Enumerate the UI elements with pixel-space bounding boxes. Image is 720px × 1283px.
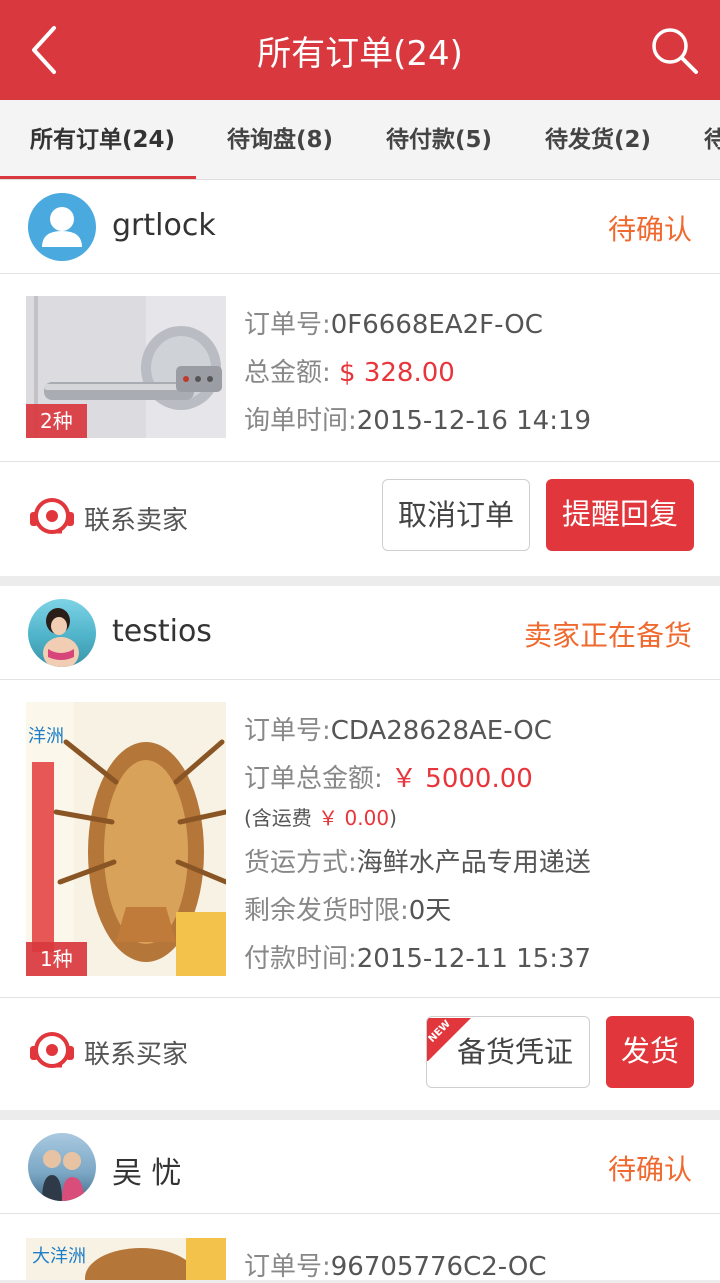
item-count-badge: 1种 [26,942,87,976]
order-total: $ 328.00 [339,358,455,388]
avatar[interactable] [28,193,96,261]
order-total-row: 总金额: $ 328.00 [244,352,455,389]
avatar[interactable] [28,1133,96,1201]
contact-label: 联系买家 [84,1039,189,1070]
buyer-name[interactable]: testios [112,614,212,649]
user-photo-image [42,1150,84,1201]
contact-label: 联系卖家 [84,505,189,536]
customer-service-icon [30,1032,74,1068]
active-tab-indicator [0,176,196,179]
remaining-time-row: 剩余发货时限:0天 [244,890,451,927]
order-total-row: 订单总金额: ￥ 5000.00 [244,758,533,795]
payment-time: 2015-12-11 15:37 [356,944,592,974]
top-app-bar: 所有订单(24) [0,0,720,100]
order-card: grtlock 待确认 2种 订单号:0F6668EA2F-OC 总金额: $ … [0,180,720,576]
remaining-time-label: 剩余发货时限: [244,896,409,926]
shipping-method: 海鲜水产品专用递送 [356,848,591,878]
page-title: 所有订单(24) [257,34,463,74]
lobster-image: 洋洲 [26,702,226,976]
order-total-label: 订单总金额: [244,764,383,794]
order-total: ￥ 5000.00 [391,764,533,794]
remind-reply-button[interactable]: 提醒回复 [546,479,694,551]
order-status: 待确认 [607,1153,692,1186]
buyer-name[interactable]: 吴 忧 [112,1148,182,1192]
shipping-fee: ￥ 0.00 [318,806,390,830]
svg-text:洋洲: 洋洲 [28,726,64,747]
product-thumbnail[interactable]: 洋洲 1种 [26,702,226,976]
payment-time-label: 付款时间: [244,944,357,974]
order-status-tabs: 所有订单(24) 待询盘(8) 待付款(5) 待发货(2) 待 [0,100,720,180]
buyer-name[interactable]: grtlock [112,208,216,243]
order-card: testios 卖家正在备货 洋洲 1种 订单号:CDA28628AE-OC 订… [0,586,720,1110]
shipping-method-row: 货运方式:海鲜水产品专用递送 [244,842,591,879]
inquiry-time-label: 询单时间: [244,406,357,436]
order-number: 96705776C2-OC [330,1252,547,1282]
cancel-order-button[interactable]: 取消订单 [382,479,530,551]
search-icon [652,28,698,74]
user-photo-image [43,608,79,667]
order-number-label: 订单号: [244,716,331,746]
order-number-label: 订单号: [244,310,331,340]
svg-text:大洋洲: 大洋洲 [32,1246,86,1267]
order-card-header: 吴 忧 待确认 [0,1120,720,1214]
lobster-image: 大洋洲 [26,1238,226,1280]
order-number-label: 订单号: [244,1252,331,1282]
item-count-badge: 2种 [26,404,87,438]
ship-button[interactable]: 发货 [606,1016,694,1088]
order-number: 0F6668EA2F-OC [330,310,543,340]
order-number-row: 订单号:CDA28628AE-OC [244,710,552,747]
shipping-fee-prefix: (含运费 [244,806,312,830]
order-card-header: grtlock 待确认 [0,180,720,274]
order-card-actions: 联系卖家 取消订单 提醒回复 [0,461,720,576]
customer-service-icon [30,498,74,534]
order-total-label: 总金额: [244,358,331,388]
stock-voucher-button[interactable]: NEW 备货凭证 [426,1016,590,1088]
payment-time-row: 付款时间:2015-12-11 15:37 [244,938,591,975]
tab-pending-payment[interactable]: 待付款(5) [386,100,492,179]
inquiry-time: 2015-12-16 14:19 [356,406,592,436]
order-card: 吴 忧 待确认 大洋洲 订单号:96705776C2-OC [0,1120,720,1283]
order-number-row: 订单号:96705776C2-OC [244,1246,547,1283]
contact-buyer-button[interactable]: 联系买家 [28,1030,188,1074]
shipping-fee-row: (含运费 ￥ 0.00) [244,802,397,831]
order-status: 卖家正在备货 [523,619,692,652]
tab-more[interactable]: 待 [704,100,720,179]
order-number-row: 订单号:0F6668EA2F-OC [244,304,543,341]
product-thumbnail[interactable]: 2种 [26,296,226,438]
order-card-header: testios 卖家正在备货 [0,586,720,680]
contact-seller-button[interactable]: 联系卖家 [28,496,188,540]
search-button[interactable] [646,22,702,78]
remaining-time: 0天 [408,896,452,926]
new-badge: NEW [427,1017,471,1061]
shipping-method-label: 货运方式: [244,848,357,878]
tab-all-orders[interactable]: 所有订单(24) [30,100,175,179]
shipping-fee-suffix: ) [389,806,397,830]
order-card-actions: 联系买家 NEW 备货凭证 发货 [0,997,720,1110]
tab-pending-shipment[interactable]: 待发货(2) [545,100,651,179]
avatar[interactable] [28,599,96,667]
tab-pending-inquiry[interactable]: 待询盘(8) [227,100,333,179]
order-status: 待确认 [607,213,692,246]
default-user-icon [42,207,82,247]
inquiry-time-row: 询单时间:2015-12-16 14:19 [244,400,591,437]
order-number: CDA28628AE-OC [330,716,552,746]
product-thumbnail[interactable]: 大洋洲 [26,1238,226,1280]
